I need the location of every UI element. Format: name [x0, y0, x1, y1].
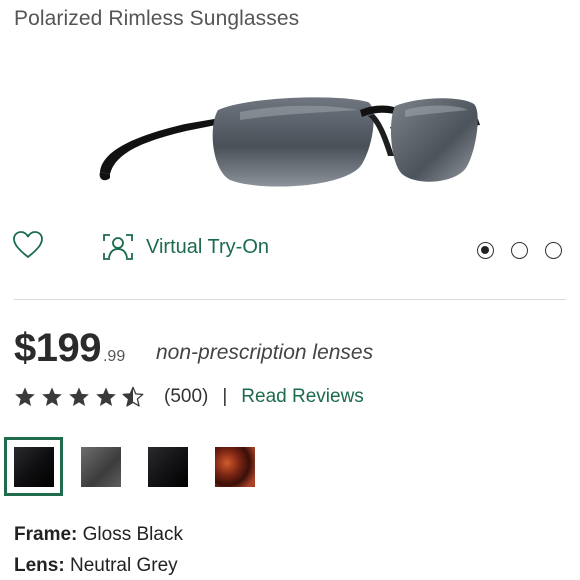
star-rating — [14, 386, 144, 408]
rating-row: (500) | Read Reviews — [14, 386, 364, 408]
section-divider — [14, 299, 566, 300]
price: $199 .99 — [14, 326, 125, 371]
lens-spec: Lens: Neutral Grey — [14, 555, 178, 577]
lens-spec-label: Lens: — [14, 555, 65, 576]
swatch-grey[interactable] — [81, 447, 121, 487]
virtual-try-on-button[interactable]: Virtual Try-On — [102, 232, 269, 262]
swatch-black[interactable] — [148, 447, 188, 487]
rating-separator: | — [222, 386, 228, 407]
wishlist-button[interactable] — [12, 230, 44, 260]
carousel-indicator — [477, 242, 562, 259]
star-full-icon — [69, 387, 89, 406]
carousel-dot-2[interactable] — [511, 242, 528, 259]
read-reviews-link[interactable]: Read Reviews — [241, 386, 364, 408]
carousel-dot-3[interactable] — [545, 242, 562, 259]
lens-spec-value: Neutral Grey — [69, 555, 178, 576]
carousel-dot-1[interactable] — [477, 242, 494, 259]
price-cents: .99 — [102, 348, 126, 365]
heart-outline-icon — [13, 231, 43, 258]
sunglasses-product-image — [99, 97, 480, 187]
virtual-try-on-label: Virtual Try-On — [146, 235, 269, 258]
frame-spec: Frame: Gloss Black — [14, 524, 183, 546]
star-full-icon — [42, 387, 62, 406]
star-full-icon — [96, 387, 116, 406]
swatch-gloss-black[interactable] — [14, 447, 54, 487]
frame-spec-value: Gloss Black — [82, 524, 183, 545]
price-dollars: $199 — [14, 326, 101, 370]
lens-type: non-prescription lenses — [156, 341, 374, 364]
star-full-icon — [15, 387, 35, 406]
swatch-tortoise[interactable] — [215, 447, 255, 487]
star-half-icon — [122, 386, 144, 407]
face-scan-icon — [103, 234, 133, 260]
frame-spec-label: Frame: — [14, 524, 78, 545]
product-title: Polarized Rimless Sunglasses — [14, 7, 300, 30]
review-count: (500) — [164, 386, 209, 407]
